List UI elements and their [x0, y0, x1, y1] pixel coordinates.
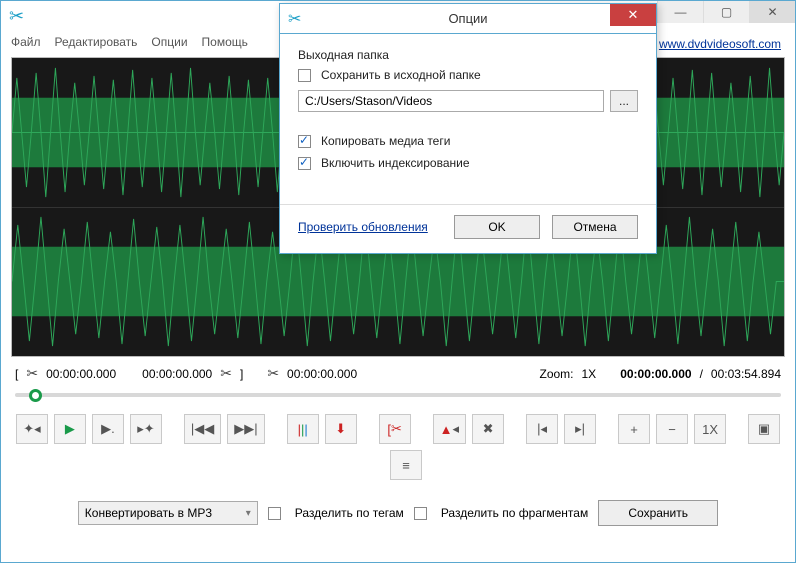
- window-controls: — ▢ ✕: [657, 1, 795, 23]
- zoom-reset-button[interactable]: 1X: [694, 414, 726, 444]
- zoom-in-button[interactable]: +: [618, 414, 650, 444]
- play-button[interactable]: ▶: [54, 414, 86, 444]
- seek-next-button[interactable]: ▸✦: [130, 414, 162, 444]
- maximize-button[interactable]: ▢: [703, 1, 749, 23]
- skip-end-button[interactable]: ▶▶|: [227, 414, 264, 444]
- output-folder-label: Выходная папка: [298, 48, 638, 62]
- slider-thumb[interactable]: [29, 389, 42, 402]
- toolbar: ✦◂ ▶ ▶. ▸✦ |◀◀ ▶▶| ||| ⬇ [✂ ▲◂ ✖ |◂ ▸| +…: [1, 408, 795, 490]
- split-tags-label: Разделить по тегам: [295, 506, 404, 520]
- scissors-icon: ✂: [267, 365, 279, 382]
- save-in-source-checkbox[interactable]: [298, 69, 311, 82]
- bracket-left-button[interactable]: |◂: [526, 414, 558, 444]
- skip-start-button[interactable]: |◀◀: [184, 414, 221, 444]
- cut-button[interactable]: [✂: [379, 414, 411, 444]
- menu-edit[interactable]: Редактировать: [55, 35, 138, 49]
- browse-button[interactable]: ...: [610, 90, 638, 112]
- zoom-out-button[interactable]: −: [656, 414, 688, 444]
- indexing-checkbox[interactable]: [298, 157, 311, 170]
- selection-start: 00:00:00.000: [46, 367, 116, 381]
- format-combo[interactable]: Конвертировать в MP3: [78, 501, 258, 525]
- image-button[interactable]: ▣: [748, 414, 780, 444]
- menu-options[interactable]: Опции: [151, 35, 187, 49]
- main-window: ✂ — ▢ ✕ Файл Редактировать Опции Помощь …: [0, 0, 796, 563]
- play-section-button[interactable]: ▶.: [92, 414, 124, 444]
- scissors-icon: ✂: [220, 365, 232, 382]
- menu-file[interactable]: Файл: [11, 35, 41, 49]
- check-updates-link[interactable]: Проверить обновления: [298, 220, 428, 234]
- position: 00:00:00.000: [620, 367, 691, 381]
- time-bar: [✂ 00:00:00.000 00:00:00.000 ✂] ✂ 00:00:…: [1, 357, 795, 386]
- menu-help[interactable]: Помощь: [202, 35, 248, 49]
- seek-prev-button[interactable]: ✦◂: [16, 414, 48, 444]
- cut-time: 00:00:00.000: [287, 367, 357, 381]
- seek-slider[interactable]: [15, 388, 781, 402]
- zoom-label: Zoom:: [539, 367, 573, 381]
- delete-selection-button[interactable]: ✖: [472, 414, 504, 444]
- split-tags-checkbox[interactable]: [268, 507, 281, 520]
- copy-tags-checkbox[interactable]: [298, 135, 311, 148]
- ok-button[interactable]: OK: [454, 215, 540, 239]
- minimize-button[interactable]: —: [657, 1, 703, 23]
- bracket-right-button[interactable]: ▸|: [564, 414, 596, 444]
- options-dialog: ✂ Опции ✕ Выходная папка Сохранить в исх…: [279, 3, 657, 254]
- scissors-icon: ✂: [26, 365, 38, 382]
- split-fragments-checkbox[interactable]: [414, 507, 427, 520]
- selection-end: 00:00:00.000: [142, 367, 212, 381]
- save-in-source-label: Сохранить в исходной папке: [321, 68, 481, 82]
- split-fragments-label: Разделить по фрагментам: [441, 506, 588, 520]
- zoom-value: 1X: [582, 367, 597, 381]
- bottom-bar: Конвертировать в MP3 Разделить по тегам …: [1, 490, 795, 536]
- site-link[interactable]: www.dvdvideosoft.com: [659, 37, 781, 51]
- scissors-icon: ✂: [9, 6, 24, 27]
- copy-tags-label: Копировать медиа теги: [321, 134, 450, 148]
- dialog-title: Опции: [280, 11, 656, 26]
- dialog-titlebar[interactable]: ✂ Опции ✕: [280, 4, 656, 34]
- settings-button[interactable]: ≡: [390, 450, 422, 480]
- close-button[interactable]: ✕: [749, 1, 795, 23]
- duration: 00:03:54.894: [711, 367, 781, 381]
- save-button[interactable]: Сохранить: [598, 500, 718, 526]
- format-label: Конвертировать в MP3: [85, 506, 212, 520]
- dialog-close-button[interactable]: ✕: [610, 4, 656, 26]
- split-left-button[interactable]: ▲◂: [433, 414, 466, 444]
- indexing-label: Включить индексирование: [321, 156, 470, 170]
- cancel-button[interactable]: Отмена: [552, 215, 638, 239]
- marker-down-button[interactable]: ⬇: [325, 414, 357, 444]
- output-path-input[interactable]: [298, 90, 604, 112]
- markers-button[interactable]: |||: [287, 414, 319, 444]
